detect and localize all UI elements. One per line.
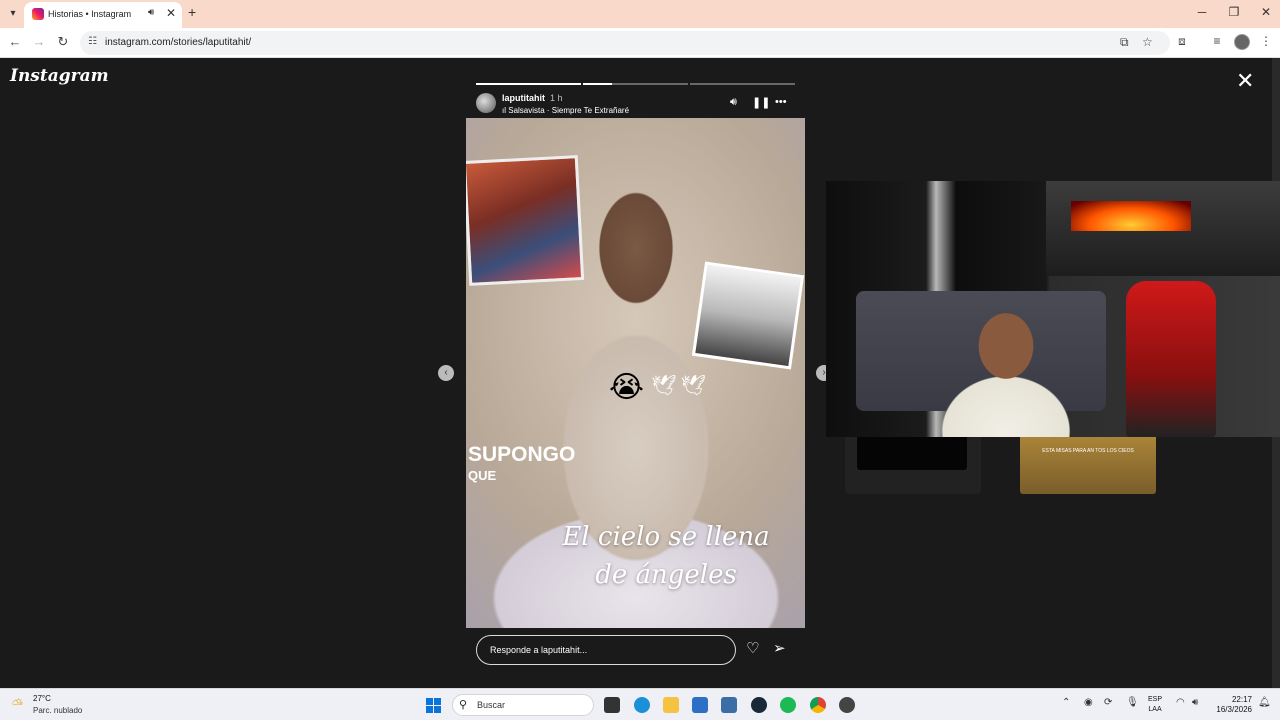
tray-sync-icon[interactable]: ⟳	[1104, 697, 1112, 708]
script-caption: El cielo se llena de ángeles	[562, 522, 770, 590]
edge-icon[interactable]	[634, 697, 650, 713]
fireplace-flames	[1071, 201, 1191, 231]
browser-toolbar: ← → ↻ ☷ instagram.com/stories/laputitahi…	[0, 28, 1280, 58]
reply-placeholder: Responde a laputitahit...	[490, 645, 588, 655]
story-header: laputitahit 1 h ıl Salsavista · Siempre …	[466, 88, 805, 128]
windows-taskbar: ⛅︎ 27°C Parc. nublado ⚲ Buscar ⌃ ◉ ⟳ 🎙︎ …	[0, 688, 1280, 720]
reply-input[interactable]: Responde a laputitahit...	[476, 635, 736, 665]
previous-story-icon[interactable]: ‹	[438, 365, 454, 381]
start-windows-icon[interactable]	[426, 698, 441, 713]
story-timestamp: 1 h	[550, 93, 563, 103]
url-text[interactable]: instagram.com/stories/laputitahit/	[105, 37, 251, 48]
instagram-logo[interactable]: Instagram	[10, 66, 109, 86]
speaker-icon[interactable]: 🔊︎	[148, 7, 154, 18]
reload-icon[interactable]: ↻	[54, 34, 72, 50]
doves-icon: 🕊︎🕊︎	[651, 375, 710, 397]
gaming-chair	[1126, 281, 1216, 437]
story-card[interactable]: 😭 🕊︎🕊︎ SUPONGO QUE El cielo se llena de …	[466, 78, 805, 668]
story-progress-bar	[476, 83, 795, 85]
media-controls-icon[interactable]: ≡	[1208, 34, 1226, 48]
task-view-icon[interactable]	[604, 697, 620, 713]
restore-icon[interactable]: ❐	[1224, 5, 1244, 19]
notifications-bell-icon[interactable]: 🔔︎	[1258, 697, 1271, 708]
extensions-icon[interactable]: ⧈	[1173, 34, 1191, 49]
search-placeholder: Buscar	[477, 700, 506, 710]
microphone-icon[interactable]: 🎙︎	[1126, 697, 1139, 708]
close-story-icon[interactable]: ✕	[1236, 70, 1254, 92]
crying-emoji-icon: 😭	[609, 371, 645, 404]
cast-icon[interactable]: ⧉	[1120, 35, 1129, 50]
photo-sticker-right	[691, 261, 805, 370]
weather-cloud-sun-icon[interactable]: ⛅︎	[12, 696, 23, 713]
story-username[interactable]: laputitahit	[502, 93, 545, 103]
active-tab[interactable]: Historias • Instagram 🔊︎ ✕	[24, 2, 182, 28]
progress-segment	[476, 83, 581, 85]
window-close-icon[interactable]: ✕	[1256, 5, 1276, 19]
music-label: Salsavista · Siempre Te Extrañaré	[508, 106, 630, 115]
wifi-icon[interactable]: ◠	[1176, 697, 1185, 708]
steam-icon[interactable]	[751, 697, 767, 713]
user-avatar[interactable]	[476, 93, 496, 113]
instagram-story-viewer: Instagram ✕ ‹ 😭 🕊︎🕊︎ SUPONGO QUE El ciel…	[0, 58, 1280, 688]
progress-segment	[690, 83, 795, 85]
mail-icon[interactable]	[721, 697, 737, 713]
weather-temperature[interactable]: 27°C	[33, 694, 51, 703]
menu-kebab-icon[interactable]: ⋮	[1257, 34, 1275, 48]
send-icon[interactable]: ➢	[773, 639, 786, 657]
system-clock[interactable]: 22:17 16/3/2026	[1210, 695, 1252, 715]
story-music[interactable]: ıl Salsavista · Siempre Te Extrañaré	[502, 106, 629, 115]
overlay-text-big: SUPONGO	[468, 443, 576, 466]
back-icon[interactable]: ←	[6, 34, 24, 49]
keyboard-layout: LAA	[1148, 706, 1162, 713]
overlay-text-small: QUE	[468, 468, 497, 483]
tray-chevron-icon[interactable]: ⌃	[1062, 697, 1070, 708]
progress-segment	[583, 83, 688, 85]
chrome-icon[interactable]	[810, 697, 826, 713]
webcam-overlay	[826, 181, 1280, 437]
weather-description[interactable]: Parc. nublado	[33, 706, 82, 715]
volume-tray-icon[interactable]: 🔊︎	[1192, 697, 1198, 708]
profile-avatar[interactable]	[1234, 34, 1250, 50]
address-bar[interactable]: ☷ instagram.com/stories/laputitahit/ ⧉ ☆	[80, 31, 1170, 55]
new-tab-icon[interactable]: +	[188, 4, 196, 20]
volume-icon[interactable]: 🔊︎	[730, 96, 737, 109]
tab-strip: ▾ Historias • Instagram 🔊︎ ✕ + ─ ❐ ✕	[0, 0, 1280, 28]
minimize-icon[interactable]: ─	[1192, 5, 1212, 19]
language-code: ESP	[1148, 696, 1163, 703]
language-indicator[interactable]: ESP LAA	[1148, 695, 1162, 715]
search-icon: ⚲	[459, 699, 468, 711]
clock-date: 16/3/2026	[1216, 705, 1252, 714]
more-options-icon[interactable]: •••	[775, 96, 787, 108]
tab-search-button[interactable]: ▾	[4, 5, 22, 23]
streamer	[936, 301, 1076, 437]
store-icon[interactable]	[692, 697, 708, 713]
progress-fill	[583, 83, 613, 85]
bookmark-star-icon[interactable]: ☆	[1142, 35, 1153, 49]
tray-app-icon[interactable]: ◉	[1084, 697, 1093, 708]
pause-icon[interactable]: ❚❚	[752, 96, 770, 109]
app-with-badge-icon[interactable]	[839, 697, 855, 713]
story-image: 😭 🕊︎🕊︎ SUPONGO QUE El cielo se llena de …	[466, 118, 805, 628]
site-info-icon[interactable]: ☷	[88, 36, 97, 47]
taskbar-search[interactable]: ⚲ Buscar	[452, 694, 594, 716]
spotify-icon[interactable]	[780, 697, 796, 713]
tab-close-icon[interactable]: ✕	[166, 6, 176, 20]
next-story-preview-2[interactable]	[1020, 428, 1156, 494]
preview-caption: ESTA MISAS PARA AN TOS LOS CIEOS	[1042, 448, 1134, 454]
instagram-favicon-icon	[32, 8, 44, 20]
clock-time: 22:17	[1231, 695, 1252, 704]
file-explorer-icon[interactable]	[663, 697, 679, 713]
photo-sticker-left	[466, 155, 585, 286]
forward-icon[interactable]: →	[30, 34, 48, 49]
progress-fill	[476, 83, 581, 85]
tab-title: Historias • Instagram	[48, 9, 132, 19]
heart-icon[interactable]: ♡	[746, 639, 759, 657]
